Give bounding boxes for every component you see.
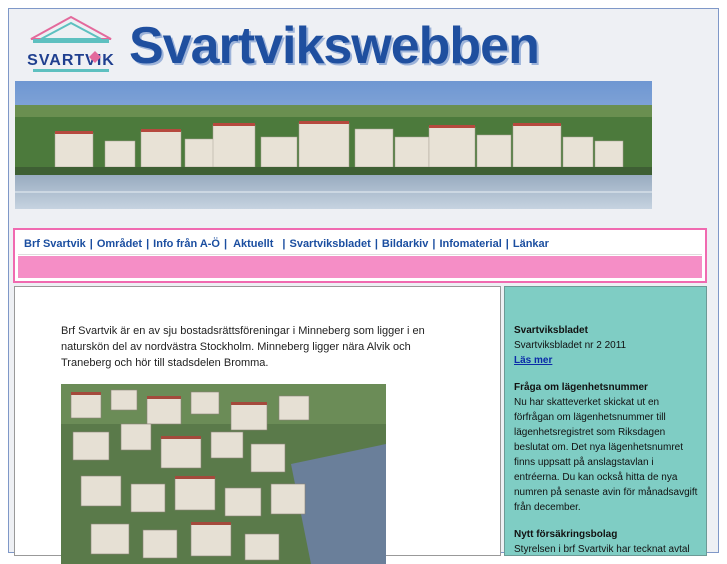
nav-separator: | bbox=[374, 237, 378, 250]
logo-text: SVARTVIK bbox=[27, 52, 115, 69]
news-title: Nytt försäkringsbolag bbox=[514, 529, 618, 540]
main-navigation: Brf Svartvik | Området | Info från A-Ö |… bbox=[13, 228, 707, 283]
news-title: Fråga om lägenhetsnummer bbox=[514, 382, 648, 393]
nav-separator: | bbox=[146, 237, 150, 250]
nav-separator: | bbox=[282, 237, 286, 250]
aerial-photo bbox=[61, 384, 386, 564]
nav-separator: | bbox=[89, 237, 93, 250]
news-item: Svartviksbladet Svartviksbladet nr 2 201… bbox=[514, 323, 698, 368]
page-frame: SVARTVIK Svartvikswebben Brf Svartvik | … bbox=[8, 8, 719, 564]
news-title: Svartviksbladet bbox=[514, 325, 588, 336]
news-text: Styrelsen i brf Svartvik har tecknat avt… bbox=[514, 544, 690, 555]
intro-text: Brf Svartvik är en av sju bostadsrättsfö… bbox=[61, 325, 425, 369]
nav-infomaterial[interactable]: Infomaterial bbox=[439, 238, 501, 250]
news-item: Nytt försäkringsbolag Styrelsen i brf Sv… bbox=[514, 527, 698, 557]
nav-pink-strip bbox=[18, 256, 702, 278]
sidebar-news: Svartviksbladet Svartviksbladet nr 2 201… bbox=[504, 286, 707, 556]
nav-svartviksbladet[interactable]: Svartviksbladet bbox=[289, 238, 370, 250]
news-text: Nu har skatteverket skickat ut en förfrå… bbox=[514, 397, 698, 513]
main-content: Brf Svartvik är en av sju bostadsrättsfö… bbox=[14, 286, 501, 564]
nav-brf-svartvik[interactable]: Brf Svartvik bbox=[24, 238, 86, 250]
nav-separator: | bbox=[505, 237, 509, 250]
banner-image bbox=[15, 81, 652, 209]
nav-omradet[interactable]: Området bbox=[97, 238, 142, 250]
nav-separator: | bbox=[223, 237, 228, 250]
site-title: Svartvikswebben bbox=[129, 17, 540, 75]
nav-lankar[interactable]: Länkar bbox=[513, 238, 549, 250]
nav-bildarkiv[interactable]: Bildarkiv bbox=[382, 238, 428, 250]
nav-aktuellt[interactable]: Aktuellt bbox=[233, 238, 273, 250]
nav-bar: Brf Svartvik | Området | Info från A-Ö |… bbox=[18, 233, 702, 255]
nav-info-fran-a-o[interactable]: Info från A-Ö bbox=[153, 238, 220, 250]
news-text: Svartviksbladet nr 2 2011 bbox=[514, 340, 627, 351]
logo[interactable]: SVARTVIK bbox=[25, 15, 117, 77]
news-item: Fråga om lägenhetsnummer Nu har skatteve… bbox=[514, 380, 698, 515]
read-more-link[interactable]: Läs mer bbox=[514, 355, 552, 366]
nav-separator: | bbox=[432, 237, 436, 250]
